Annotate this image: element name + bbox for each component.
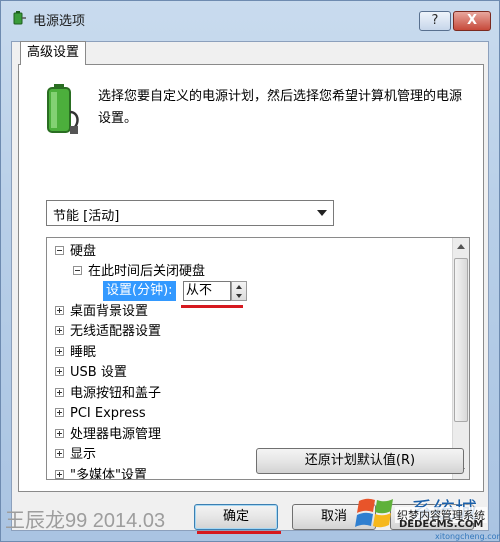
title-bar[interactable]: 电源选项 ? X [1,1,499,35]
expand-icon[interactable] [55,367,64,376]
tree-item-label: 电源按钮和盖子 [70,386,162,401]
tree-item-label: 桌面背景设置 [70,304,149,319]
expand-icon[interactable] [55,306,64,315]
power-plan-select[interactable]: 节能 [活动] [46,200,334,226]
expand-icon[interactable] [55,408,64,417]
logo-url-primary: DEDECMS.COM [399,519,484,530]
arrow-up-icon[interactable] [236,285,242,289]
tree-item-pci-express[interactable]: PCI Express [55,404,146,424]
expand-icon[interactable] [55,449,64,458]
collapse-icon[interactable] [55,246,64,255]
tab-advanced-settings[interactable]: 高级设置 [20,41,87,65]
setting-minutes-stepper[interactable] [231,281,247,301]
tree-item-hard-disk[interactable]: 硬盘 [55,242,96,262]
site-logo-watermark: 系统城 织梦内容管理系统 DEDECMS.COM xitongcheng.com [351,491,500,542]
expand-icon[interactable] [55,326,64,335]
tree-item-turn-off-disk[interactable]: 在此时间后关闭硬盘 [73,262,205,282]
power-plan-select-value: 节能 [活动] [53,209,120,224]
tree-item-label: 睡眠 [70,345,97,360]
tree-item-setting-minutes[interactable]: 设置(分钟): 从不 [103,281,313,308]
expand-icon[interactable] [55,388,64,397]
tree-item-label: 显示 [70,447,97,462]
window-title: 电源选项 [33,14,86,29]
logo-url-secondary: xitongcheng.com [435,532,500,541]
tree-item-desktop-background[interactable]: 桌面背景设置 [55,302,148,322]
author-watermark: 王辰龙99 2014.03 [5,510,166,532]
annotation-underline-ok [197,531,281,534]
windows-logo-icon [355,498,393,528]
tree-item-power-buttons-lid[interactable]: 电源按钮和盖子 [55,384,161,404]
help-button[interactable]: ? [419,11,451,31]
tree-item-label: 硬盘 [70,244,97,259]
tree-item-label: 在此时间后关闭硬盘 [88,264,206,279]
power-options-icon [13,11,26,25]
ok-button[interactable]: 确定 [194,504,278,530]
tree-item-processor-power[interactable]: 处理器电源管理 [55,425,161,445]
setting-minutes-input[interactable]: 从不 [183,281,231,301]
tree-item-label: PCI Express [70,406,146,421]
collapse-icon[interactable] [73,266,82,275]
chevron-down-icon [317,210,327,216]
dialog-client-area: 高级设置 选择您要自定义的电源计划，然后选择您希望计算机管理的电源设置。 节能 … [11,41,489,531]
arrow-down-icon[interactable] [236,294,242,298]
restore-defaults-button[interactable]: 还原计划默认值(R) [256,448,464,474]
tree-item-display[interactable]: 显示 [55,445,96,465]
scroll-up-icon[interactable] [457,244,465,249]
battery-plug-icon [47,84,79,134]
annotation-underline [181,305,243,308]
tree-item-label: 无线适配器设置 [70,324,162,339]
tree-item-multimedia[interactable]: "多媒体"设置 [55,466,147,480]
setting-minutes-label: 设置(分钟): [103,281,176,301]
tree-scrollbar[interactable] [452,238,469,479]
expand-icon[interactable] [55,347,64,356]
expand-icon[interactable] [55,429,64,438]
settings-tree[interactable]: 硬盘 在此时间后关闭硬盘 设置(分钟): 从不 桌面背景设置 无线适配器设置 睡… [46,237,470,480]
tree-item-label: 处理器电源管理 [70,427,162,442]
close-button[interactable]: X [453,11,491,31]
tree-item-wireless-adapter[interactable]: 无线适配器设置 [55,322,161,342]
power-options-window: 电源选项 ? X 高级设置 选择您要自定义的电源计划，然后选择您希望计算机管理的… [0,0,500,542]
tree-item-sleep[interactable]: 睡眠 [55,343,96,363]
tree-item-label: "多媒体"设置 [70,468,147,480]
scrollbar-thumb[interactable] [454,258,468,422]
tree-item-usb-settings[interactable]: USB 设置 [55,363,127,383]
description-text: 选择您要自定义的电源计划，然后选择您希望计算机管理的电源设置。 [98,89,463,126]
tree-item-label: USB 设置 [70,365,127,380]
expand-icon[interactable] [55,470,64,479]
